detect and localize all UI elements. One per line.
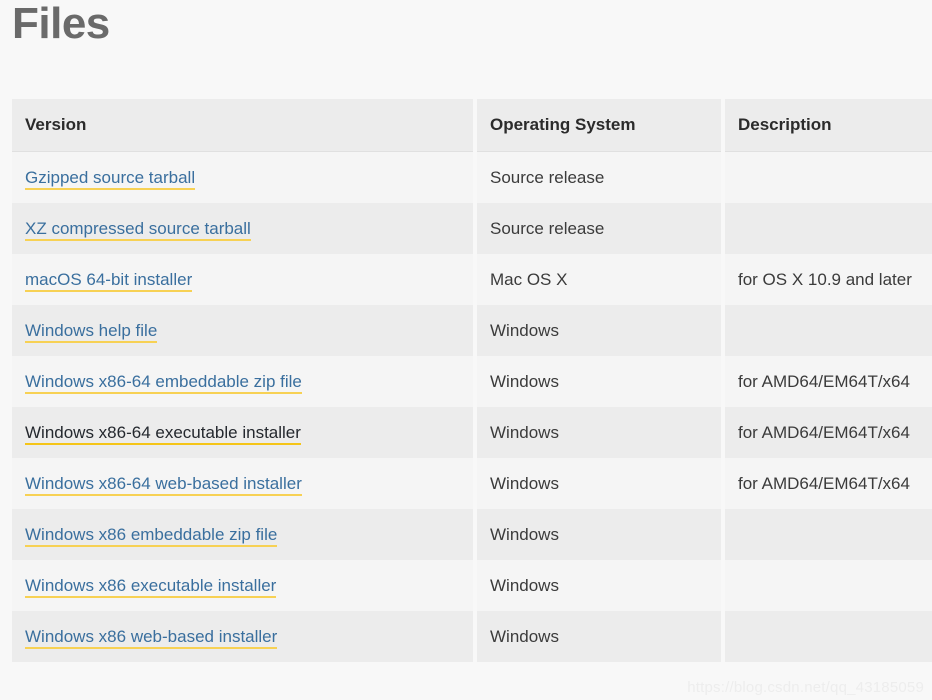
cell-description: for AMD64/EM64T/x64 bbox=[723, 407, 932, 458]
cell-description bbox=[723, 560, 932, 611]
cell-description bbox=[723, 151, 932, 203]
cell-operating-system: Windows bbox=[475, 407, 725, 458]
csdn-watermark: https://blog.csdn.net/qq_43185059 bbox=[687, 679, 924, 696]
column-header-description[interactable]: Description bbox=[723, 99, 932, 152]
table-row: macOS 64-bit installer Mac OS Xfor OS X 1… bbox=[12, 254, 932, 305]
cell-description bbox=[723, 203, 932, 254]
cell-operating-system: Windows bbox=[475, 611, 725, 662]
download-link[interactable]: Gzipped source tarball bbox=[25, 167, 196, 190]
table-row: XZ compressed source tarball Source relea… bbox=[12, 203, 932, 254]
download-link[interactable]: macOS 64-bit installer bbox=[25, 269, 193, 292]
table-row: Windows x86 executable installer Windows bbox=[12, 560, 932, 611]
cell-version: XZ compressed source tarball bbox=[12, 203, 477, 254]
cell-operating-system: Windows bbox=[475, 305, 725, 356]
download-link[interactable]: Windows x86-64 executable installer bbox=[25, 422, 301, 445]
cell-operating-system: Windows bbox=[475, 509, 725, 560]
cell-version: Windows x86 embeddable zip file bbox=[12, 509, 477, 560]
cell-version: Windows x86 web-based installer bbox=[12, 611, 477, 662]
cell-operating-system: Source release bbox=[475, 203, 725, 254]
cell-description bbox=[723, 305, 932, 356]
table-row: Windows x86 embeddable zip file Windows bbox=[12, 509, 932, 560]
cell-operating-system: Mac OS X bbox=[475, 254, 725, 305]
files-table-head: Version Operating System Description MD5… bbox=[12, 99, 932, 152]
cell-version: Windows x86 executable installer bbox=[12, 560, 477, 611]
download-link[interactable]: Windows x86-64 embeddable zip file bbox=[25, 371, 302, 394]
page-root: Files Version Operating System Descripti… bbox=[0, 0, 932, 700]
download-link[interactable]: Windows x86 web-based installer bbox=[25, 626, 278, 649]
files-table: Version Operating System Description MD5… bbox=[12, 99, 932, 662]
download-link[interactable]: XZ compressed source tarball bbox=[25, 218, 251, 241]
cell-version: Windows x86-64 executable installer bbox=[12, 407, 477, 458]
table-row: Windows x86-64 executable installer Windo… bbox=[12, 407, 932, 458]
cell-description bbox=[723, 611, 932, 662]
cell-version: Gzipped source tarball bbox=[12, 151, 477, 203]
files-table-container: Version Operating System Description MD5… bbox=[12, 99, 932, 662]
table-header-row: Version Operating System Description MD5… bbox=[12, 99, 932, 152]
download-link[interactable]: Windows x86-64 web-based installer bbox=[25, 473, 302, 496]
download-link[interactable]: Windows help file bbox=[25, 320, 158, 343]
cell-version: Windows x86-64 web-based installer bbox=[12, 458, 477, 509]
cell-description bbox=[723, 509, 932, 560]
cell-description: for AMD64/EM64T/x64 bbox=[723, 458, 932, 509]
download-link[interactable]: Windows x86 executable installer bbox=[25, 575, 277, 598]
cell-version: Windows help file bbox=[12, 305, 477, 356]
table-row: Windows x86-64 embeddable zip file Window… bbox=[12, 356, 932, 407]
cell-operating-system: Windows bbox=[475, 560, 725, 611]
table-row: Windows x86-64 web-based installer Window… bbox=[12, 458, 932, 509]
column-header-version[interactable]: Version bbox=[12, 99, 477, 152]
table-row: Windows help file Windows bbox=[12, 305, 932, 356]
table-row: Windows x86 web-based installer Windows bbox=[12, 611, 932, 662]
table-row: Gzipped source tarball Source release bbox=[12, 151, 932, 203]
column-header-operating-system[interactable]: Operating System bbox=[475, 99, 725, 152]
cell-description: for AMD64/EM64T/x64 bbox=[723, 356, 932, 407]
download-link[interactable]: Windows x86 embeddable zip file bbox=[25, 524, 278, 547]
cell-operating-system: Windows bbox=[475, 458, 725, 509]
cell-description: for OS X 10.9 and later bbox=[723, 254, 932, 305]
page-title: Files bbox=[12, 0, 110, 48]
cell-version: Windows x86-64 embeddable zip file bbox=[12, 356, 477, 407]
cell-operating-system: Source release bbox=[475, 151, 725, 203]
files-table-body: Gzipped source tarball Source release XZ c… bbox=[12, 151, 932, 662]
cell-version: macOS 64-bit installer bbox=[12, 254, 477, 305]
cell-operating-system: Windows bbox=[475, 356, 725, 407]
